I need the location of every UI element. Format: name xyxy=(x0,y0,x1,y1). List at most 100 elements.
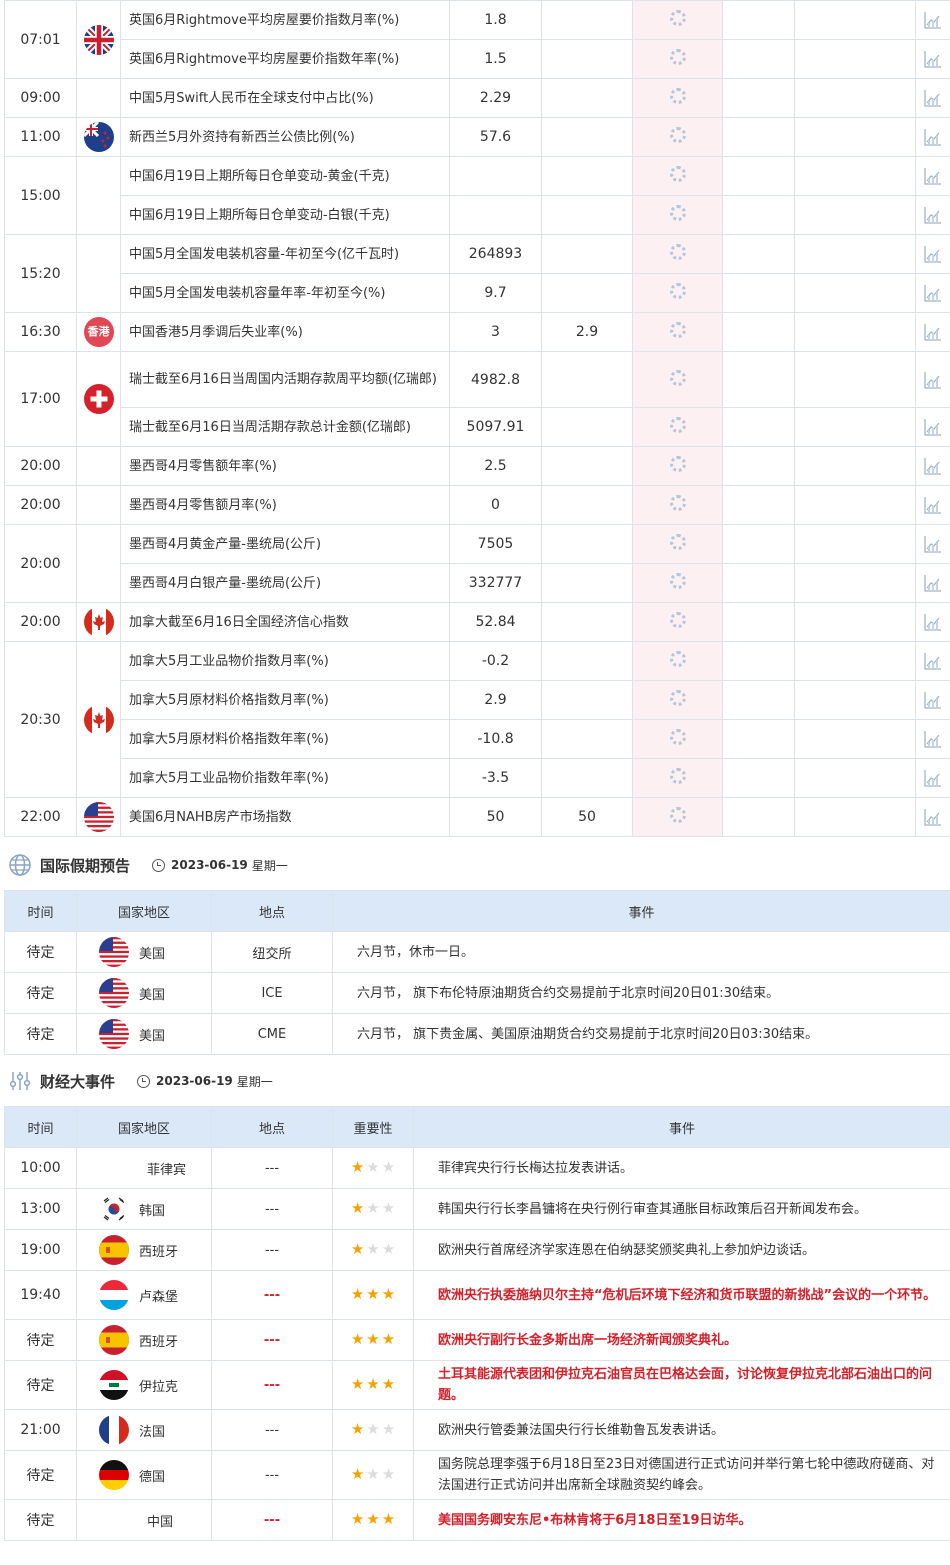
column-header: 国家地区 xyxy=(76,1106,212,1148)
indicator-name[interactable]: 新西兰5月外资持有新西兰公债比例(%) xyxy=(120,117,450,157)
country-name: 美国 xyxy=(139,987,166,1003)
flag-de-icon xyxy=(99,1460,129,1490)
chart-icon[interactable] xyxy=(916,49,950,69)
event-time: 19:40 xyxy=(4,1270,77,1320)
indicator-name[interactable]: 中国5月全国发电装机容量年率-年初至今(%) xyxy=(120,273,450,313)
chart-icon[interactable] xyxy=(916,651,950,671)
chart-cell[interactable] xyxy=(915,680,950,720)
chart-icon[interactable] xyxy=(916,534,950,554)
indicator-name[interactable]: 中国香港5月季调后失业率(%) xyxy=(120,312,450,352)
indicator-name[interactable]: 美国6月NAHB房产市场指数 xyxy=(120,797,450,837)
chart-cell[interactable] xyxy=(915,719,950,759)
chart-cell[interactable] xyxy=(915,234,950,274)
chart-cell[interactable] xyxy=(915,485,950,525)
indicator-name[interactable]: 墨西哥4月零售额月率(%) xyxy=(120,485,450,525)
previous-value: 1.5 xyxy=(449,39,542,79)
indicator-name[interactable]: 中国6月19日上期所每日仓单变动-白银(千克) xyxy=(120,195,450,235)
event-country: 法国 xyxy=(76,1409,212,1451)
interpretation-cell xyxy=(794,312,916,352)
chart-cell[interactable] xyxy=(915,446,950,486)
chart-icon[interactable] xyxy=(916,768,950,788)
indicator-name[interactable]: 英国6月Rightmove平均房屋要价指数年率(%) xyxy=(120,39,450,79)
actual-value xyxy=(632,156,723,196)
impact-cell xyxy=(722,719,795,759)
chart-icon[interactable] xyxy=(916,417,950,437)
chart-cell[interactable] xyxy=(915,351,950,408)
indicator-name[interactable]: 墨西哥4月黄金产量-墨统局(公斤) xyxy=(120,524,450,564)
chart-cell[interactable] xyxy=(915,195,950,235)
release-time: 20:00 xyxy=(4,485,77,525)
indicator-name[interactable]: 中国5月全国发电装机容量-年初至今(亿千瓦时) xyxy=(120,234,450,274)
importance-star-icon: ★ xyxy=(381,1240,396,1258)
chart-cell[interactable] xyxy=(915,524,950,564)
holiday-place: CME xyxy=(211,1013,333,1055)
chart-icon[interactable] xyxy=(916,573,950,593)
chart-cell[interactable] xyxy=(915,117,950,157)
chart-icon[interactable] xyxy=(916,166,950,186)
chart-icon[interactable] xyxy=(916,370,950,390)
chart-icon[interactable] xyxy=(916,205,950,225)
release-time: 11:00 xyxy=(4,117,77,157)
chart-cell[interactable] xyxy=(915,602,950,642)
chart-icon[interactable] xyxy=(916,10,950,30)
chart-cell[interactable] xyxy=(915,78,950,118)
actual-value xyxy=(632,273,723,313)
chart-icon[interactable] xyxy=(916,807,950,827)
indicator-name[interactable]: 加拿大5月工业品物价指数年率(%) xyxy=(120,758,450,798)
country-flag xyxy=(76,485,121,525)
chart-icon[interactable] xyxy=(916,283,950,303)
table-row: 13:00 韩国 --- ★ ★ ★ 韩国央行行长李昌镛将在央行例行审查其通胀目标政策后召开… xyxy=(4,1188,950,1230)
indicator-name[interactable]: 中国6月19日上期所每日仓单变动-黄金(千克) xyxy=(120,156,450,196)
chart-icon[interactable] xyxy=(916,729,950,749)
chart-icon[interactable] xyxy=(916,690,950,710)
previous-value: 332777 xyxy=(449,563,542,603)
release-time: 22:00 xyxy=(4,797,77,837)
indicator-name[interactable]: 加拿大截至6月16日全国经济信心指数 xyxy=(120,602,450,642)
event-description: 欧洲央行副行长金多斯出席一场经济新闻颁奖典礼。 xyxy=(413,1319,950,1361)
chart-cell[interactable] xyxy=(915,156,950,196)
indicator-name[interactable]: 墨西哥4月白银产量-墨统局(公斤) xyxy=(120,563,450,603)
indicator-name[interactable]: 加拿大5月工业品物价指数月率(%) xyxy=(120,641,450,681)
table-row: 待定 德国 --- ★ ★ ★ 国务院总理李强于6月18日至23日对德国进行正式访问并举行第… xyxy=(4,1450,950,1500)
chart-icon[interactable] xyxy=(916,88,950,108)
interpretation-cell xyxy=(794,680,916,720)
chart-cell[interactable] xyxy=(915,273,950,313)
chart-icon[interactable] xyxy=(916,127,950,147)
data-row: 22:00 美国6月NAHB房产市场指数 50 50 xyxy=(4,797,950,837)
event-description: 菲律宾央行行长梅达拉发表讲话。 xyxy=(413,1147,950,1189)
chart-cell[interactable] xyxy=(915,641,950,681)
release-time: 09:00 xyxy=(4,78,77,118)
indicator-name[interactable]: 加拿大5月原材料价格指数年率(%) xyxy=(120,719,450,759)
chart-cell[interactable] xyxy=(915,797,950,837)
indicator-name[interactable]: 瑞士截至6月16日当周国内活期存款周平均额(亿瑞郎) xyxy=(120,351,450,408)
indicator-name[interactable]: 加拿大5月原材料价格指数月率(%) xyxy=(120,680,450,720)
chart-cell[interactable] xyxy=(915,407,950,447)
loading-spinner-icon xyxy=(669,456,686,472)
country-flag xyxy=(76,351,121,447)
chart-icon[interactable] xyxy=(916,244,950,264)
chart-icon[interactable] xyxy=(916,322,950,342)
indicator-name[interactable]: 中国5月Swift人民币在全球支付中占比(%) xyxy=(120,78,450,118)
chart-cell[interactable] xyxy=(915,758,950,798)
chart-icon[interactable] xyxy=(916,495,950,515)
country-name: 美国 xyxy=(139,1028,166,1044)
chart-icon[interactable] xyxy=(916,456,950,476)
previous-value: 9.7 xyxy=(449,273,542,313)
table-row: 21:00 法国 --- ★ ★ ★ 欧洲央行管委兼法国央行行长维勒鲁瓦发表讲话。 xyxy=(4,1409,950,1451)
indicator-name[interactable]: 瑞士截至6月16日当周活期存款总计金额(亿瑞郎) xyxy=(120,407,450,447)
chart-cell[interactable] xyxy=(915,563,950,603)
data-row: 07:01 英国6月Rightmove平均房屋要价指数月率(%) 1.8 xyxy=(4,0,950,79)
impact-cell xyxy=(722,39,795,79)
importance-rating: ★ ★ ★ xyxy=(332,1409,414,1451)
chart-cell[interactable] xyxy=(915,0,950,40)
data-row: 加拿大5月工业品物价指数年率(%) -3.5 xyxy=(5,758,950,798)
release-time: 07:01 xyxy=(4,0,77,79)
forecast-value xyxy=(541,234,633,274)
flag-nz-icon xyxy=(83,122,114,152)
chart-cell[interactable] xyxy=(915,39,950,79)
indicator-name[interactable]: 英国6月Rightmove平均房屋要价指数月率(%) xyxy=(120,0,450,40)
chart-icon[interactable] xyxy=(916,612,950,632)
interpretation-cell xyxy=(794,758,916,798)
chart-cell[interactable] xyxy=(915,312,950,352)
indicator-name[interactable]: 墨西哥4月零售额年率(%) xyxy=(120,446,450,486)
